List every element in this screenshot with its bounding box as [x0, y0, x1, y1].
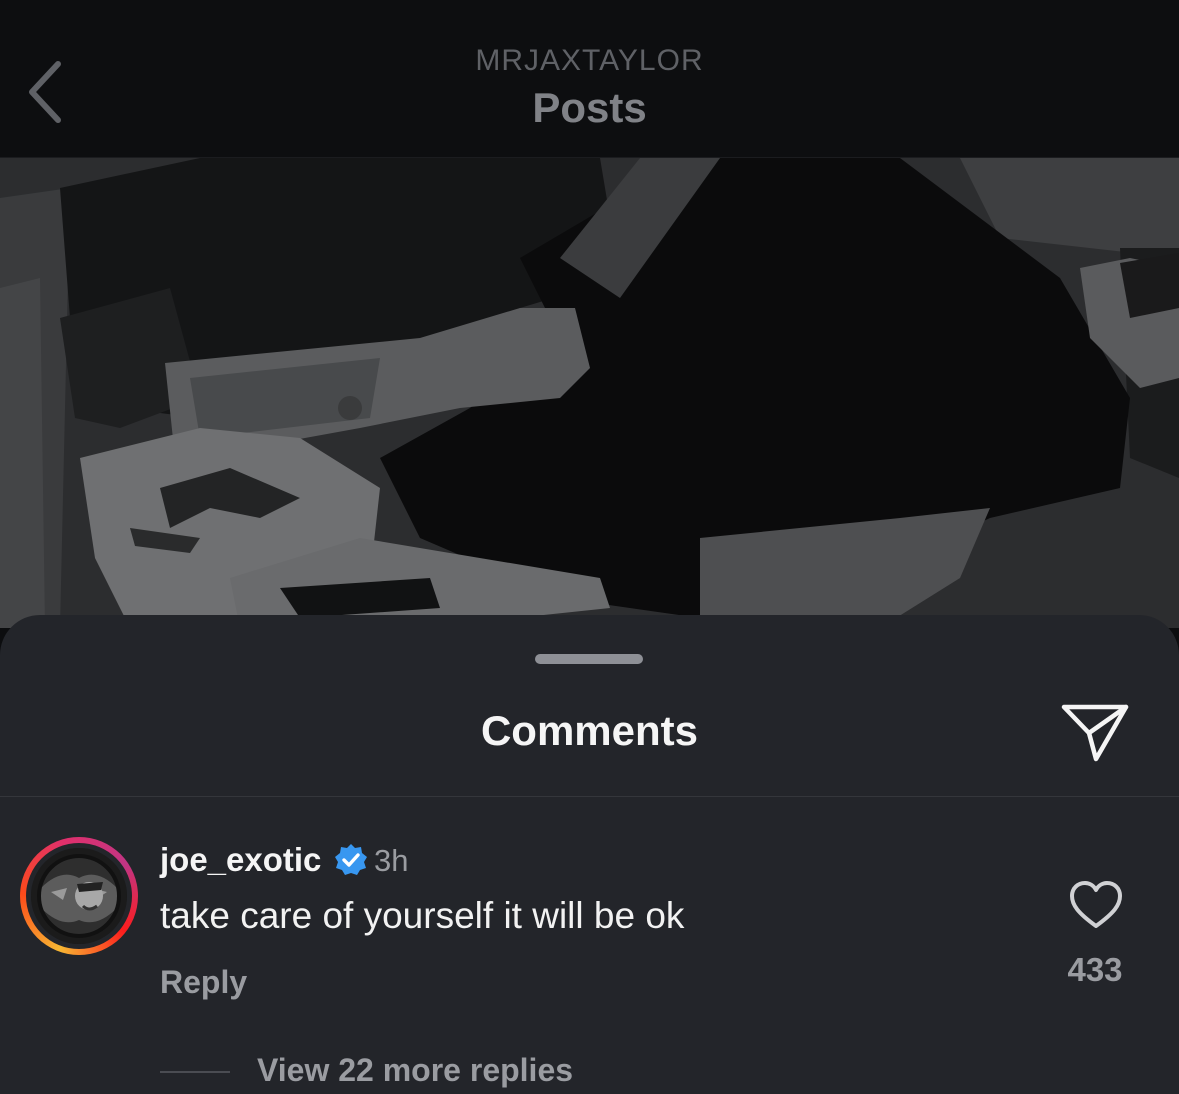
comment-username[interactable]: joe_exotic [160, 841, 321, 879]
paper-plane-icon [1061, 704, 1129, 762]
comments-sheet: Comments joe_exotic 3h take care of your… [0, 615, 1179, 1094]
share-button[interactable] [1058, 697, 1134, 765]
comments-title: Comments [480, 707, 699, 754]
heart-outline-icon [1070, 881, 1122, 928]
sheet-divider [0, 796, 1179, 797]
comment-text: take care of yourself it will be ok [160, 895, 685, 936]
avatar[interactable] [20, 837, 138, 955]
avatar-image [31, 848, 127, 944]
top-header: MRJAXTAYLOR Posts [0, 0, 1179, 158]
comment-timestamp: 3h [374, 843, 409, 878]
view-more-replies-button[interactable]: View 22 more replies [257, 1052, 573, 1089]
like-count: 433 [1067, 951, 1123, 988]
post-photo[interactable] [0, 158, 1179, 628]
post-photo-image [0, 158, 1179, 628]
like-button[interactable] [1068, 879, 1124, 931]
avatar-picture [31, 848, 127, 944]
verified-badge-icon [335, 844, 367, 875]
reply-button[interactable]: Reply [160, 964, 247, 1001]
page-title: Posts [532, 84, 647, 131]
sheet-drag-handle[interactable] [535, 654, 643, 664]
replies-divider [160, 1071, 230, 1073]
header-username: MRJAXTAYLOR [475, 44, 704, 77]
instagram-comments-screen: MRJAXTAYLOR Posts Comments joe_exotic 3h… [0, 0, 1179, 1094]
